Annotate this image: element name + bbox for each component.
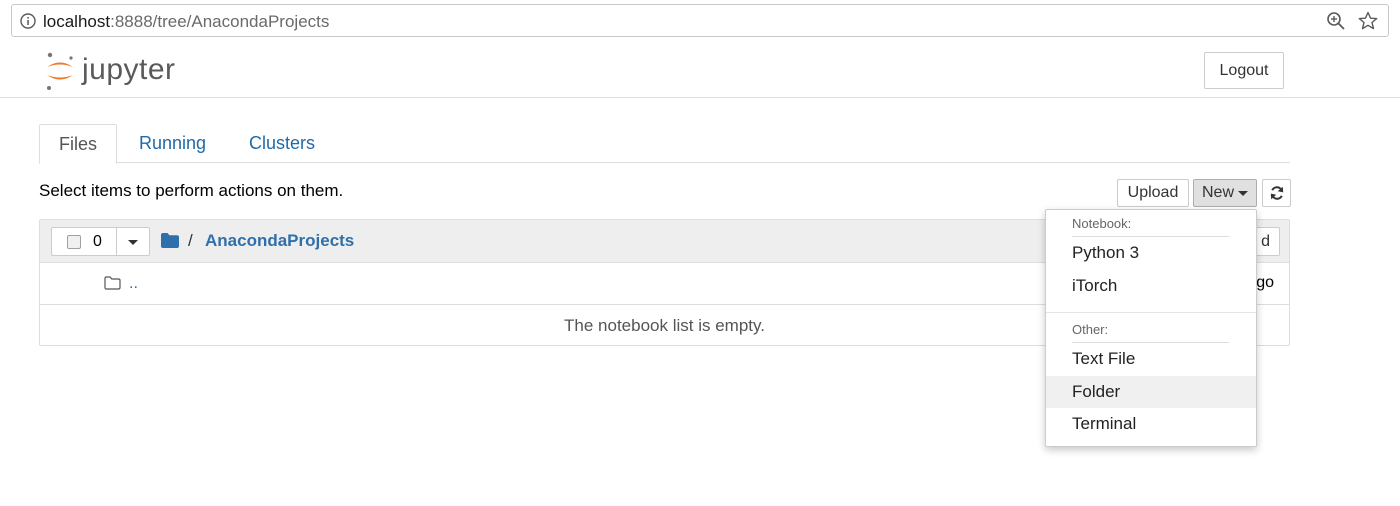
new-button-label: New bbox=[1201, 184, 1234, 201]
jupyter-logo[interactable]: jupyter bbox=[44, 49, 194, 93]
menu-header-notebook: Notebook: bbox=[1072, 216, 1132, 231]
tab-clusters[interactable]: Clusters bbox=[249, 124, 315, 163]
menu-header-other: Other: bbox=[1072, 322, 1109, 337]
menu-item-python3[interactable]: Python 3 bbox=[1046, 237, 1256, 269]
logout-button[interactable]: Logout bbox=[1204, 52, 1284, 89]
url-text[interactable]: localhost:8888/tree/AnacondaProjects bbox=[43, 12, 329, 32]
jupyter-logo-icon bbox=[47, 52, 73, 90]
breadcrumb-separator: / bbox=[188, 231, 193, 250]
tab-files[interactable]: Files bbox=[39, 124, 117, 164]
select-menu-caret-icon[interactable] bbox=[128, 240, 138, 245]
select-all-checkbox[interactable] bbox=[67, 235, 81, 249]
tab-bar: Files Running Clusters bbox=[39, 124, 1290, 164]
caret-down-icon bbox=[1238, 190, 1248, 196]
divider bbox=[116, 228, 117, 255]
selection-hint: Select items to perform actions on them. bbox=[39, 181, 344, 200]
menu-divider bbox=[1046, 312, 1256, 313]
jupyter-header: jupyter Logout bbox=[0, 43, 1400, 98]
info-icon[interactable] bbox=[20, 13, 36, 29]
new-dropdown-menu: Notebook: Python 3 iTorch Other: Text Fi… bbox=[1045, 209, 1257, 447]
url-path: :8888/tree/AnacondaProjects bbox=[110, 12, 330, 31]
menu-item-terminal[interactable]: Terminal bbox=[1046, 408, 1256, 440]
star-icon[interactable] bbox=[1358, 11, 1378, 31]
folder-outline-icon bbox=[104, 276, 121, 290]
breadcrumb-current-folder[interactable]: AnacondaProjects bbox=[205, 231, 354, 251]
url-host: localhost bbox=[43, 12, 111, 31]
parent-directory-link[interactable]: .. bbox=[129, 275, 138, 293]
refresh-icon bbox=[1270, 186, 1283, 200]
selected-count: 0 bbox=[93, 233, 102, 250]
zoom-icon[interactable] bbox=[1326, 11, 1346, 31]
refresh-button[interactable] bbox=[1262, 179, 1291, 207]
menu-item-itorch[interactable]: iTorch bbox=[1046, 270, 1256, 302]
tab-running[interactable]: Running bbox=[139, 124, 206, 163]
menu-item-text-file[interactable]: Text File bbox=[1046, 343, 1256, 375]
jupyter-logo-text: jupyter bbox=[82, 53, 176, 86]
new-dropdown-button[interactable]: New bbox=[1193, 179, 1257, 207]
menu-item-folder[interactable]: Folder bbox=[1046, 376, 1256, 408]
upload-button[interactable]: Upload bbox=[1117, 179, 1189, 207]
folder-icon[interactable] bbox=[161, 233, 179, 248]
address-bar[interactable]: localhost:8888/tree/AnacondaProjects bbox=[11, 4, 1389, 37]
select-all-group: 0 bbox=[51, 227, 150, 256]
